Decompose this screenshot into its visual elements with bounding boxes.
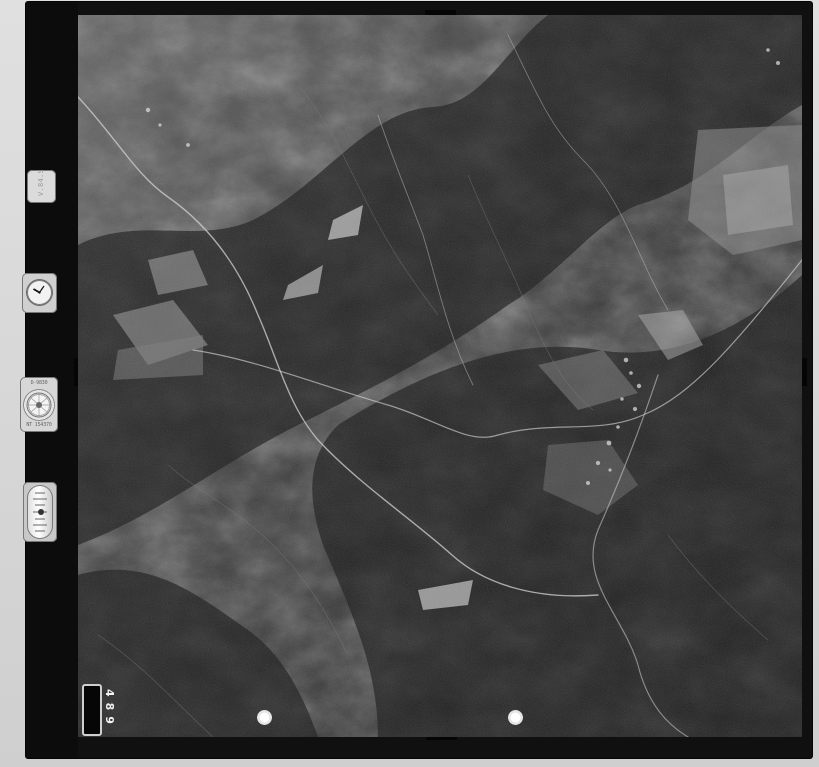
level-icon bbox=[23, 482, 57, 542]
counter-text: V.84.S2 bbox=[37, 170, 45, 196]
registration-hole-left bbox=[257, 710, 272, 725]
altimeter-top-label: D-9830 bbox=[30, 380, 48, 386]
altimeter-icon: D-9830 NT 154370 bbox=[20, 377, 58, 432]
level-scale-icon bbox=[33, 492, 47, 532]
altimeter-grid-icon bbox=[26, 392, 52, 418]
clock-face bbox=[26, 279, 53, 306]
aerial-terrain-image bbox=[78, 15, 802, 737]
aerial-photograph bbox=[78, 15, 802, 737]
altimeter-bottom-label: NT 154370 bbox=[26, 422, 52, 428]
aerial-film-frame: V.84.S2 D-9830 NT 154370 489 bbox=[0, 0, 819, 767]
frame-number: 489 bbox=[103, 689, 116, 730]
frame-number-plate: 489 bbox=[82, 684, 116, 736]
altimeter-dial bbox=[23, 389, 55, 421]
clock-icon bbox=[22, 273, 57, 313]
registration-hole-right bbox=[508, 710, 523, 725]
film-counter: V.84.S2 bbox=[27, 170, 56, 203]
level-dial bbox=[27, 485, 53, 539]
clock-hands-icon bbox=[27, 280, 52, 305]
